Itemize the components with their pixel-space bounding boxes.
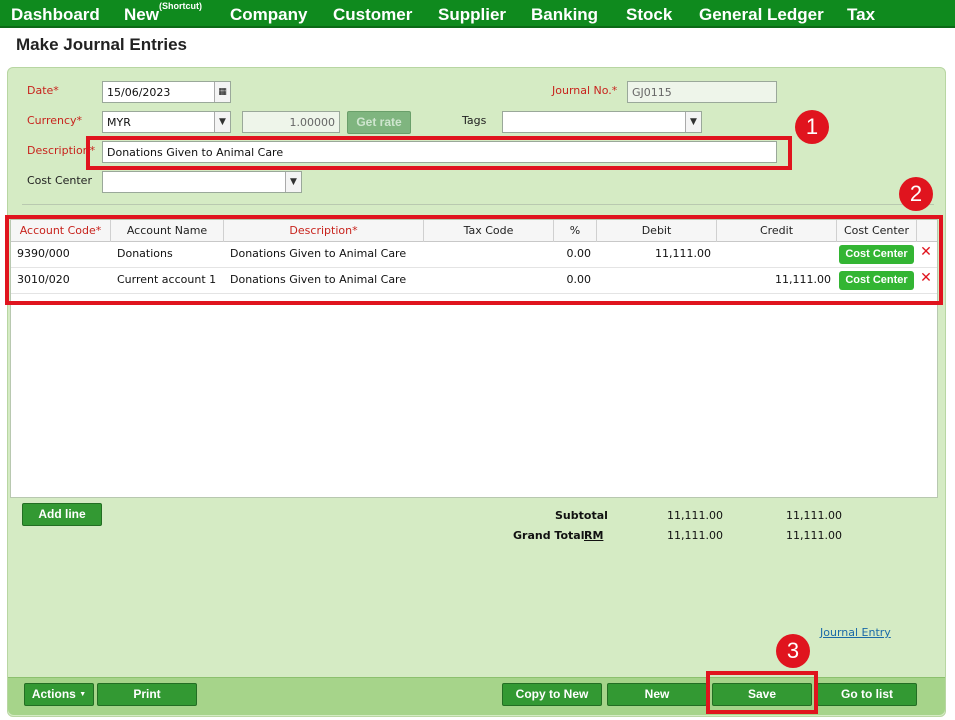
tags-label: Tags bbox=[462, 114, 487, 127]
debit-cell[interactable] bbox=[597, 268, 711, 294]
exchange-rate-field: 1.00000 bbox=[242, 111, 340, 133]
nav-company[interactable]: Company bbox=[230, 5, 307, 25]
add-line-button[interactable]: Add line bbox=[22, 503, 102, 526]
nav-new[interactable]: New(Shortcut) bbox=[124, 1, 202, 25]
journal-no-value: GJ0115 bbox=[632, 86, 672, 99]
debit-cell[interactable]: 11,111.00 bbox=[597, 242, 711, 268]
actions-label: Actions bbox=[31, 687, 76, 701]
chevron-down-icon[interactable]: ▼ bbox=[685, 112, 701, 132]
journal-no-label: Journal No.* bbox=[552, 84, 618, 97]
nav-stock[interactable]: Stock bbox=[626, 5, 672, 25]
cost-center-button[interactable]: Cost Center bbox=[839, 245, 914, 264]
journal-no-field: GJ0115 bbox=[627, 81, 777, 103]
account-name-cell[interactable]: Current account 1 bbox=[117, 268, 222, 294]
divider bbox=[22, 204, 934, 205]
description-cell[interactable]: Donations Given to Animal Care bbox=[230, 268, 420, 294]
nav-general-ledger[interactable]: General Ledger bbox=[699, 5, 824, 25]
step-marker-1: 1 bbox=[795, 110, 829, 144]
col-description[interactable]: Description* bbox=[224, 220, 424, 242]
col-account-name[interactable]: Account Name bbox=[111, 220, 224, 242]
tax-code-cell[interactable] bbox=[430, 242, 550, 268]
percent-cell[interactable]: 0.00 bbox=[554, 268, 592, 294]
currency-label: Currency* bbox=[27, 114, 83, 127]
date-label: Date* bbox=[27, 84, 59, 97]
grid-header: Account Code* Account Name Description* … bbox=[11, 220, 937, 242]
cost-center-button[interactable]: Cost Center bbox=[839, 271, 914, 290]
nav-dashboard[interactable]: Dashboard bbox=[11, 5, 100, 25]
currency-value: MYR bbox=[107, 116, 131, 129]
description-label: Description* bbox=[27, 144, 96, 157]
col-account-code[interactable]: Account Code* bbox=[11, 220, 111, 242]
account-code-cell[interactable]: 3010/020 bbox=[17, 268, 107, 294]
col-cost-center[interactable]: Cost Center bbox=[837, 220, 917, 242]
calendar-icon[interactable]: ▦ bbox=[214, 82, 230, 102]
step-marker-2: 2 bbox=[899, 177, 933, 211]
exchange-rate-value: 1.00000 bbox=[289, 116, 336, 129]
account-name-cell[interactable]: Donations bbox=[117, 242, 222, 268]
description-value: Donations Given to Animal Care bbox=[107, 146, 284, 159]
journal-lines-grid: Account Code* Account Name Description* … bbox=[10, 219, 938, 498]
tags-select[interactable]: ▼ bbox=[502, 111, 702, 133]
go-to-list-button[interactable]: Go to list bbox=[817, 683, 917, 706]
journal-entry-help-link[interactable]: Journal Entry bbox=[820, 626, 891, 639]
grand-total-credit: 11,111.00 bbox=[786, 529, 842, 542]
nav-supplier[interactable]: Supplier bbox=[438, 5, 506, 25]
col-credit[interactable]: Credit bbox=[717, 220, 837, 242]
col-percent[interactable]: % bbox=[554, 220, 597, 242]
currency-select[interactable]: MYR ▼ bbox=[102, 111, 231, 133]
print-button[interactable]: Print bbox=[97, 683, 197, 706]
grand-total-debit: 11,111.00 bbox=[667, 529, 723, 542]
nav-customer[interactable]: Customer bbox=[333, 5, 412, 25]
new-button[interactable]: New bbox=[607, 683, 707, 706]
percent-cell[interactable]: 0.00 bbox=[554, 242, 592, 268]
table-row[interactable]: 3010/020 Current account 1 Donations Giv… bbox=[11, 268, 937, 294]
currency-symbol: RM bbox=[584, 529, 604, 542]
caret-down-icon: ▼ bbox=[79, 691, 87, 698]
date-value: 15/06/2023 bbox=[107, 86, 171, 99]
copy-to-new-button[interactable]: Copy to New bbox=[502, 683, 602, 706]
table-row[interactable]: 9390/000 Donations Donations Given to An… bbox=[11, 242, 937, 268]
delete-row-icon[interactable]: ✕ bbox=[919, 271, 933, 285]
credit-cell[interactable]: 11,111.00 bbox=[717, 268, 831, 294]
get-rate-button[interactable]: Get rate bbox=[347, 111, 411, 134]
nav-new-label: New bbox=[124, 5, 159, 24]
subtotal-credit: 11,111.00 bbox=[786, 509, 842, 522]
subtotal-label: Subtotal bbox=[555, 509, 608, 522]
tax-code-cell[interactable] bbox=[430, 268, 550, 294]
nav-new-shortcut: (Shortcut) bbox=[158, 1, 202, 12]
page-title: Make Journal Entries bbox=[16, 35, 188, 54]
account-code-cell[interactable]: 9390/000 bbox=[17, 242, 107, 268]
cost-center-select[interactable]: ▼ bbox=[102, 171, 302, 193]
chevron-down-icon[interactable]: ▼ bbox=[214, 112, 230, 132]
cost-center-label: Cost Center bbox=[27, 174, 92, 187]
save-button[interactable]: Save bbox=[712, 683, 812, 706]
top-nav: Dashboard New(Shortcut) Company Customer… bbox=[0, 0, 955, 28]
date-field[interactable]: 15/06/2023 ▦ bbox=[102, 81, 231, 103]
grand-total-label: Grand Total bbox=[513, 529, 585, 542]
description-cell[interactable]: Donations Given to Animal Care bbox=[230, 242, 420, 268]
delete-row-icon[interactable]: ✕ bbox=[919, 245, 933, 259]
col-debit[interactable]: Debit bbox=[597, 220, 717, 242]
nav-banking[interactable]: Banking bbox=[531, 5, 598, 25]
description-field[interactable]: Donations Given to Animal Care bbox=[102, 141, 777, 163]
nav-tax[interactable]: Tax bbox=[847, 5, 875, 25]
credit-cell[interactable] bbox=[717, 242, 831, 268]
chevron-down-icon[interactable]: ▼ bbox=[285, 172, 301, 192]
col-tax-code[interactable]: Tax Code bbox=[424, 220, 554, 242]
subtotal-debit: 11,111.00 bbox=[667, 509, 723, 522]
actions-menu-button[interactable]: Actions ▼ bbox=[24, 683, 94, 706]
step-marker-3: 3 bbox=[776, 634, 810, 668]
